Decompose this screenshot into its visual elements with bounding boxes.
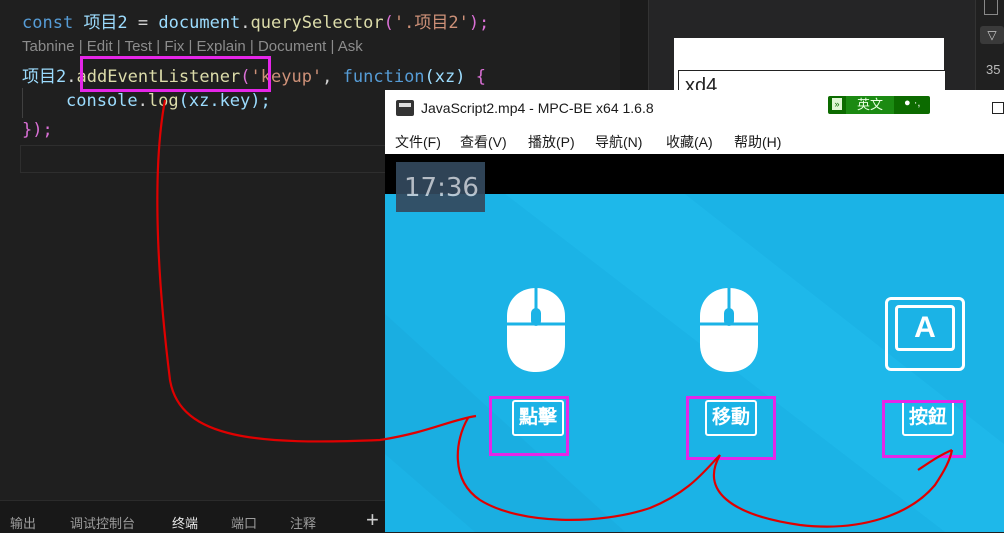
- red-annotation-arrows: [156, 99, 954, 528]
